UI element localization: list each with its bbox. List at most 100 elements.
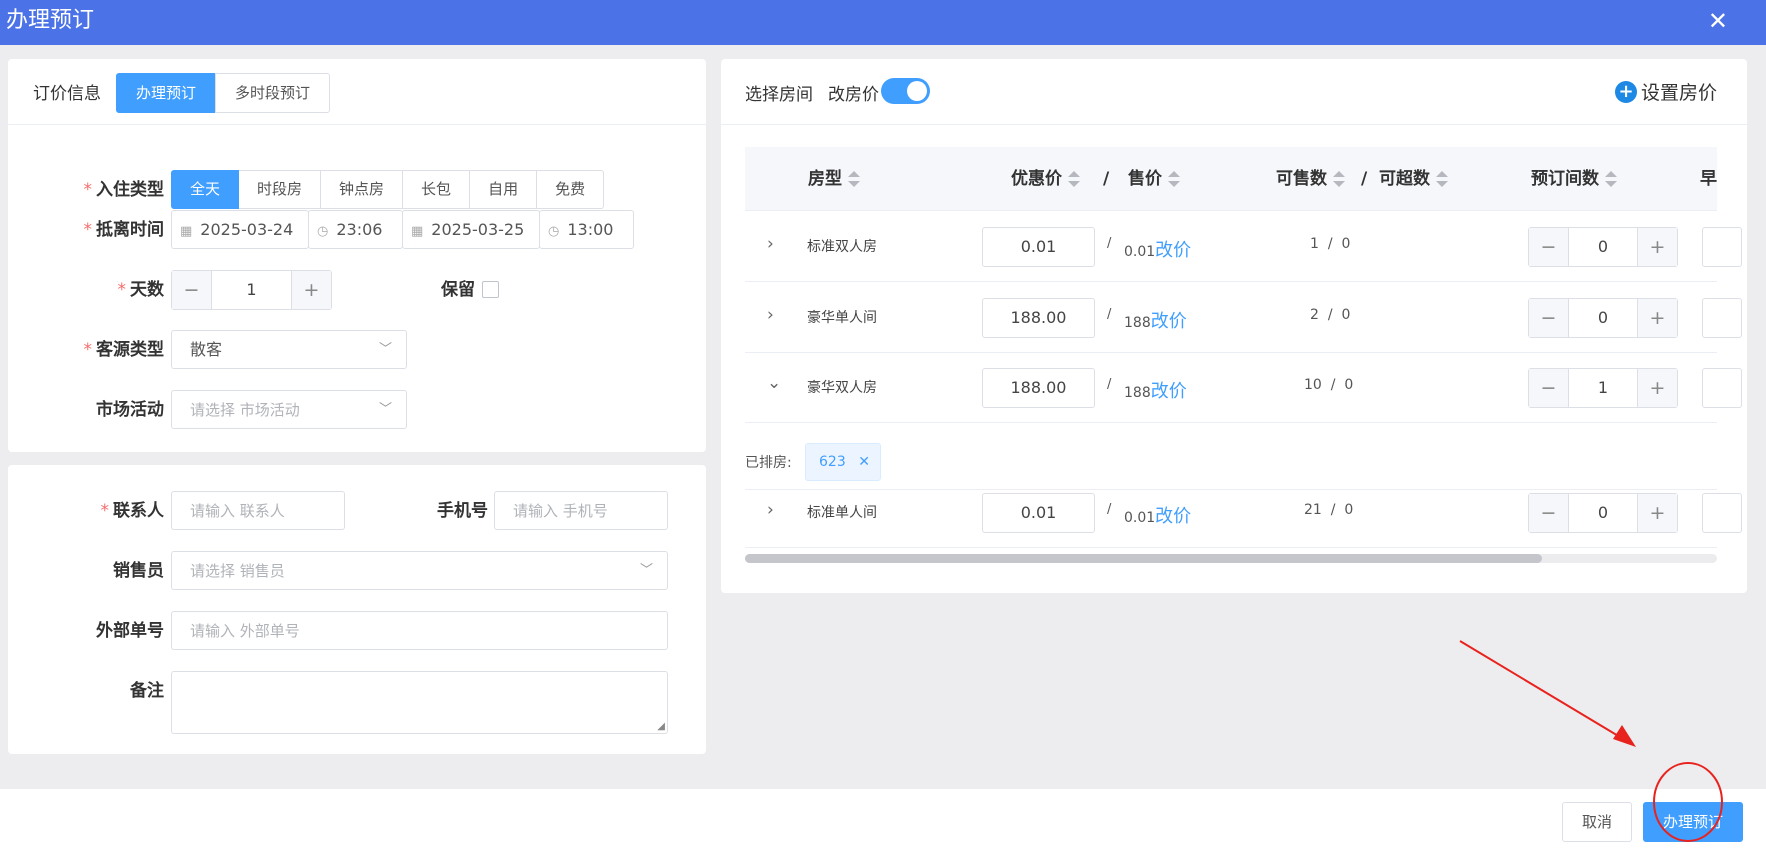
breakfast-input[interactable] — [1702, 227, 1742, 267]
plus-button[interactable]: + — [1637, 494, 1677, 532]
sort-icon[interactable] — [1333, 170, 1345, 188]
booking-tabs: 办理预订 多时段预订 — [116, 73, 331, 113]
days-value[interactable]: 1 — [212, 271, 291, 309]
discount-input[interactable]: 188.00 — [982, 368, 1095, 408]
col-discount[interactable]: 优惠价 — [1011, 147, 1080, 211]
remark-textarea[interactable]: ◢ — [171, 671, 668, 734]
chevron-right-icon[interactable]: › — [767, 305, 774, 325]
plus-button[interactable]: + — [1637, 228, 1677, 266]
change-price-link[interactable]: 改价 — [1155, 506, 1191, 527]
set-price-label: 设置房价 — [1640, 82, 1717, 104]
checkin-type-option[interactable]: 时段房 — [239, 170, 322, 209]
table-row: ⌄ 豪华双人房 188.00 / 188改价 10 / 0 − 1 + — [745, 353, 1742, 423]
tab-book[interactable]: 办理预订 — [116, 73, 217, 113]
checkin-type-option[interactable]: 全天 — [171, 170, 240, 209]
close-icon[interactable]: ✕ — [1708, 6, 1728, 36]
arrive-time-field[interactable]: ◷ 23:06 — [308, 210, 403, 249]
breakfast-input[interactable] — [1702, 298, 1742, 338]
col-available[interactable]: 可售数 — [1276, 147, 1345, 211]
clock-icon: ◷ — [317, 224, 329, 239]
checkin-type-option[interactable]: 自用 — [470, 170, 538, 209]
col-room-type[interactable]: 房型 — [808, 147, 860, 211]
source-label: * 客源类型 — [83, 340, 165, 360]
chevron-right-icon[interactable]: › — [767, 500, 774, 520]
change-price-link[interactable]: 改价 — [1151, 311, 1187, 332]
plus-circle-icon: + — [1614, 80, 1637, 103]
breakfast-input[interactable] — [1702, 493, 1742, 533]
sort-icon[interactable] — [1605, 170, 1617, 188]
checkin-type-option[interactable]: 长包 — [403, 170, 471, 209]
minus-button[interactable]: − — [1529, 369, 1569, 407]
room-type-name: 豪华双人房 — [807, 380, 877, 396]
checkin-type-option[interactable]: 钟点房 — [321, 170, 404, 209]
scrollbar-thumb[interactable] — [745, 554, 1542, 563]
minus-button[interactable]: − — [1529, 299, 1569, 337]
sort-icon[interactable] — [1168, 170, 1180, 188]
select-room-label: 选择房间 — [745, 85, 813, 105]
minus-button[interactable]: − — [1529, 228, 1569, 266]
col-over[interactable]: 可超数 — [1379, 147, 1448, 211]
annotation-arrow-line — [1459, 640, 1626, 741]
chevron-right-icon[interactable]: › — [767, 234, 774, 254]
pricing-header: 订价信息 办理预订 多时段预订 — [8, 59, 706, 125]
col-slash: / — [1361, 169, 1368, 189]
sort-icon[interactable] — [1436, 170, 1448, 188]
plus-button[interactable]: + — [291, 271, 331, 309]
slash: / — [1107, 307, 1112, 322]
booked-stepper: − 0 + — [1528, 493, 1678, 533]
set-price-button[interactable]: + 设置房价 — [1614, 78, 1717, 105]
sale-price: 0.01改价 — [1124, 506, 1192, 527]
table-row: › 标准双人房 0.01 / 0.01改价 1 / 0 − 0 + — [745, 212, 1742, 282]
horizontal-scrollbar[interactable] — [745, 554, 1717, 563]
annotation-arrow-head — [1613, 725, 1636, 747]
plus-button[interactable]: + — [1637, 299, 1677, 337]
booked-value[interactable]: 0 — [1569, 228, 1637, 266]
contact-input[interactable]: 请输入 联系人 — [171, 491, 345, 530]
table-header: 房型 优惠价 / 售价 可售数 / 可超数 预订间数 早 — [745, 147, 1717, 211]
tab-multi-period[interactable]: 多时段预订 — [215, 73, 331, 113]
external-input[interactable]: 请输入 外部单号 — [171, 611, 668, 650]
booked-value[interactable]: 1 — [1569, 369, 1637, 407]
breakfast-input[interactable] — [1702, 368, 1742, 408]
campaign-label: 市场活动 — [96, 400, 164, 420]
sort-icon[interactable] — [1068, 170, 1080, 188]
plus-button[interactable]: + — [1637, 369, 1677, 407]
sales-select[interactable]: 请选择 销售员 ﹀ — [171, 551, 668, 590]
reserve-label: 保留 — [441, 280, 475, 300]
resize-handle-icon[interactable]: ◢ — [657, 721, 665, 732]
booked-value[interactable]: 0 — [1569, 299, 1637, 337]
close-icon[interactable]: ✕ — [858, 444, 870, 480]
source-select[interactable]: 散客 ﹀ — [171, 330, 407, 369]
col-booked[interactable]: 预订间数 — [1531, 147, 1617, 211]
depart-time-field[interactable]: ◷ 13:00 — [539, 210, 634, 249]
sort-icon[interactable] — [848, 170, 860, 188]
slash: / — [1107, 236, 1112, 251]
change-price-link[interactable]: 改价 — [1151, 381, 1187, 402]
remark-label: 备注 — [130, 681, 164, 701]
stock-count: 2 / 0 — [1310, 307, 1351, 323]
minus-button[interactable]: − — [1529, 494, 1569, 532]
chevron-down-icon[interactable]: ⌄ — [767, 373, 781, 393]
checkin-type-label: * 入住类型 — [83, 180, 165, 200]
discount-input[interactable]: 0.01 — [982, 493, 1095, 533]
dialog-header: 办理预订 ✕ — [0, 0, 1766, 45]
reserve-checkbox[interactable] — [482, 281, 499, 298]
contact-label: * 联系人 — [100, 501, 165, 521]
col-sale[interactable]: 售价 — [1128, 147, 1180, 211]
room-tag: 623 ✕ — [805, 443, 881, 481]
campaign-select[interactable]: 请选择 市场活动 ﹀ — [171, 390, 407, 429]
pricing-label: 订价信息 — [33, 84, 101, 104]
minus-button[interactable]: − — [172, 271, 212, 309]
stock-count: 10 / 0 — [1304, 377, 1354, 393]
discount-input[interactable]: 188.00 — [982, 298, 1095, 338]
booked-value[interactable]: 0 — [1569, 494, 1637, 532]
discount-input[interactable]: 0.01 — [982, 227, 1095, 267]
submit-booking-button[interactable]: 办理预订 — [1643, 802, 1743, 842]
change-price-toggle[interactable] — [881, 78, 930, 104]
arrive-date-field[interactable]: ▦ 2025-03-24 — [171, 210, 309, 249]
checkin-type-option[interactable]: 免费 — [537, 170, 605, 209]
change-price-link[interactable]: 改价 — [1155, 240, 1191, 261]
depart-date-field[interactable]: ▦ 2025-03-25 — [402, 210, 540, 249]
phone-input[interactable]: 请输入 手机号 — [494, 491, 668, 530]
cancel-button[interactable]: 取消 — [1562, 802, 1632, 842]
